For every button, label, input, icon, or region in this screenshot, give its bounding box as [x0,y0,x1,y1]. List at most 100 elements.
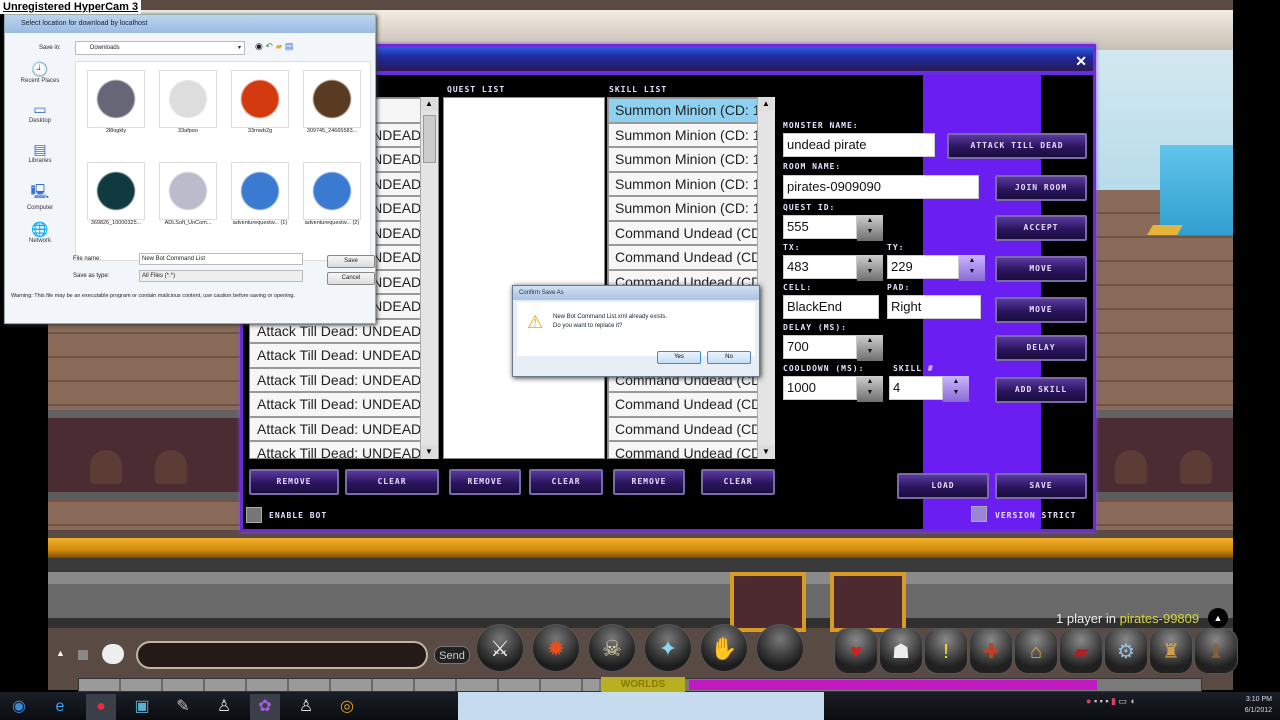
close-icon[interactable]: ✕ [1075,53,1087,70]
recorder-icon[interactable]: ● [86,694,116,720]
scroll-down-icon[interactable]: ▼ [758,445,774,459]
file-item[interactable]: 309745_24665583... [298,70,366,134]
list-item[interactable]: Summon Minion (CD: 1 [608,98,772,123]
file-item[interactable]: 2l8ogkly [82,70,150,134]
bot-icon[interactable]: ✿ [250,694,280,720]
worlds-button[interactable]: WORLDS [601,677,685,693]
delay-stepper[interactable]: ▲ ▼ [857,335,883,361]
tx-input[interactable]: 483 [783,255,857,279]
enable-bot-checkbox[interactable] [246,507,262,523]
up-folder-icon[interactable]: ↶ [265,41,273,51]
delay-button[interactable]: Delay [995,335,1087,361]
list-item[interactable]: Attack Till Dead: UNDEAD [250,367,438,392]
ty-input[interactable]: 229 [887,255,959,279]
save-button[interactable]: Save [995,473,1087,499]
place-computer[interactable]: 🖳 Computer [9,181,71,221]
no-button[interactable]: No [707,351,751,364]
ty-stepper[interactable]: ▲ ▼ [959,255,985,281]
cooldown-stepper[interactable]: ▲ ▼ [857,376,883,402]
version-strict-checkbox[interactable] [971,506,987,522]
place-libraries[interactable]: ▤ Libraries [9,141,71,181]
house-icon[interactable]: ⌂ [1014,628,1058,674]
scroll-up-icon[interactable]: ▲ [758,97,774,111]
file-item[interactable]: adventurequestw... (2) [298,162,366,226]
bag-icon[interactable]: ♜ [1149,628,1193,674]
skill-number-stepper[interactable]: ▲ ▼ [943,376,969,402]
tray-volume-icon[interactable]: ◖ [1130,696,1135,706]
file-item[interactable]: 369826_10000325... [82,162,150,226]
dialog-cancel-button[interactable]: Cancel [327,272,375,285]
skill-list[interactable]: Summon Minion (CD: 1 Summon Minion (CD: 1… [607,97,773,459]
backpack-icon[interactable]: ♝ [1194,628,1238,674]
list-item[interactable]: Command Undead (CD [608,392,772,417]
list-item[interactable]: Summon Minion (CD: 1 [608,147,772,172]
tray-record-icon[interactable]: ● [1086,696,1091,706]
remove-quest-button[interactable]: Remove [449,469,521,495]
file-item[interactable]: adventurequestw... (1) [226,162,294,226]
dialog-save-button[interactable]: Save [327,255,375,268]
list-item[interactable]: Attack Till Dead: UNDEAD [250,441,438,458]
save-in-dropdown[interactable]: Downloads ▾ [75,41,245,55]
empty-slot-icon[interactable] [756,624,804,672]
add-skill-button[interactable]: Add Skill [995,377,1087,403]
command-list-scrollbar[interactable]: ▲ ▼ [420,97,438,459]
delay-input[interactable]: 700 [783,335,857,359]
scroll-thumb[interactable] [423,115,436,163]
chat-minimize-icon[interactable] [78,650,88,660]
hand-icon[interactable]: ✋ [700,624,748,672]
monster-name-input[interactable]: undead pirate [783,133,935,157]
place-desktop[interactable]: ▭ Desktop [9,101,71,141]
list-item[interactable]: Command Undead (CD [608,245,772,270]
accept-button[interactable]: Accept [995,215,1087,241]
start-icon[interactable]: ◉ [4,694,34,720]
quest-id-input[interactable]: 555 [783,215,857,239]
crystal-icon[interactable]: ✦ [644,624,692,672]
clock[interactable]: 3:10 PM 6/1/2012 [1245,694,1272,716]
list-item[interactable]: Summon Minion (CD: 1 [608,171,772,196]
file-name-input[interactable]: New Bot Command List [139,253,303,265]
quest-list[interactable] [443,97,605,459]
chat-input[interactable] [136,641,428,669]
sword-icon[interactable]: ⚔ [476,624,524,672]
chrome-icon[interactable]: ◎ [332,694,362,720]
back-icon[interactable]: ◉ [255,41,263,51]
remove-skill-button[interactable]: Remove [613,469,685,495]
list-item[interactable]: Attack Till Dead: UNDEAD [250,416,438,441]
place-network[interactable]: 🌐 Network [9,221,71,261]
list-item[interactable]: Attack Till Dead: UNDEAD [250,343,438,368]
join-room-button[interactable]: Join Room [995,175,1087,201]
file-item[interactable]: 33rnwb2g [226,70,294,134]
skill-list-scrollbar[interactable]: ▲ ▼ [757,97,775,459]
list-item[interactable]: Command Undead (CD [608,220,772,245]
chat-expand-icon[interactable]: ▲ [56,648,68,662]
game2-icon[interactable]: ♙ [291,694,321,720]
views-icon[interactable]: ▤ [285,41,294,51]
list-item[interactable]: Attack Till Dead: UNDEAD [250,392,438,417]
scroll-up-icon[interactable]: ▲ [421,97,437,111]
paint-icon[interactable]: ✎ [168,694,198,720]
attack-till-dead-button[interactable]: Attack Till Dead [947,133,1087,159]
room-name-input[interactable]: pirates-0909090 [783,175,979,199]
app-icon[interactable]: ▣ [127,694,157,720]
heart-icon[interactable]: ♥ [834,628,878,674]
place-recent-places[interactable]: 🕘 Recent Places [9,61,71,101]
send-button[interactable]: Send [434,646,470,664]
tray-icon[interactable]: ▪ ▪ ▪ [1094,696,1109,706]
save-type-select[interactable]: All Files (*.*) [139,270,303,282]
scroll-down-icon[interactable]: ▼ [421,445,437,459]
book-icon[interactable]: ▰ [1059,628,1103,674]
yes-button[interactable]: Yes [657,351,701,364]
skull-icon[interactable]: ☠ [588,624,636,672]
pad-input[interactable]: Right [887,295,981,319]
move-cell-button[interactable]: Move [995,297,1087,323]
players-toggle-icon[interactable]: ▲ [1208,608,1228,628]
clear-skills-button[interactable]: Clear [701,469,775,495]
fire-skill-icon[interactable]: ✹ [532,624,580,672]
cooldown-input[interactable]: 1000 [783,376,857,400]
settings-icon[interactable]: ⚙ [1104,628,1148,674]
remove-command-button[interactable]: Remove [249,469,339,495]
clear-quests-button[interactable]: Clear [529,469,603,495]
file-grid[interactable]: 2l8ogkly 33afpoo 33rnwb2g 309745_24665583..… [75,61,371,261]
list-item[interactable]: Command Undead (CD [608,416,772,441]
tx-stepper[interactable]: ▲ ▼ [857,255,883,281]
